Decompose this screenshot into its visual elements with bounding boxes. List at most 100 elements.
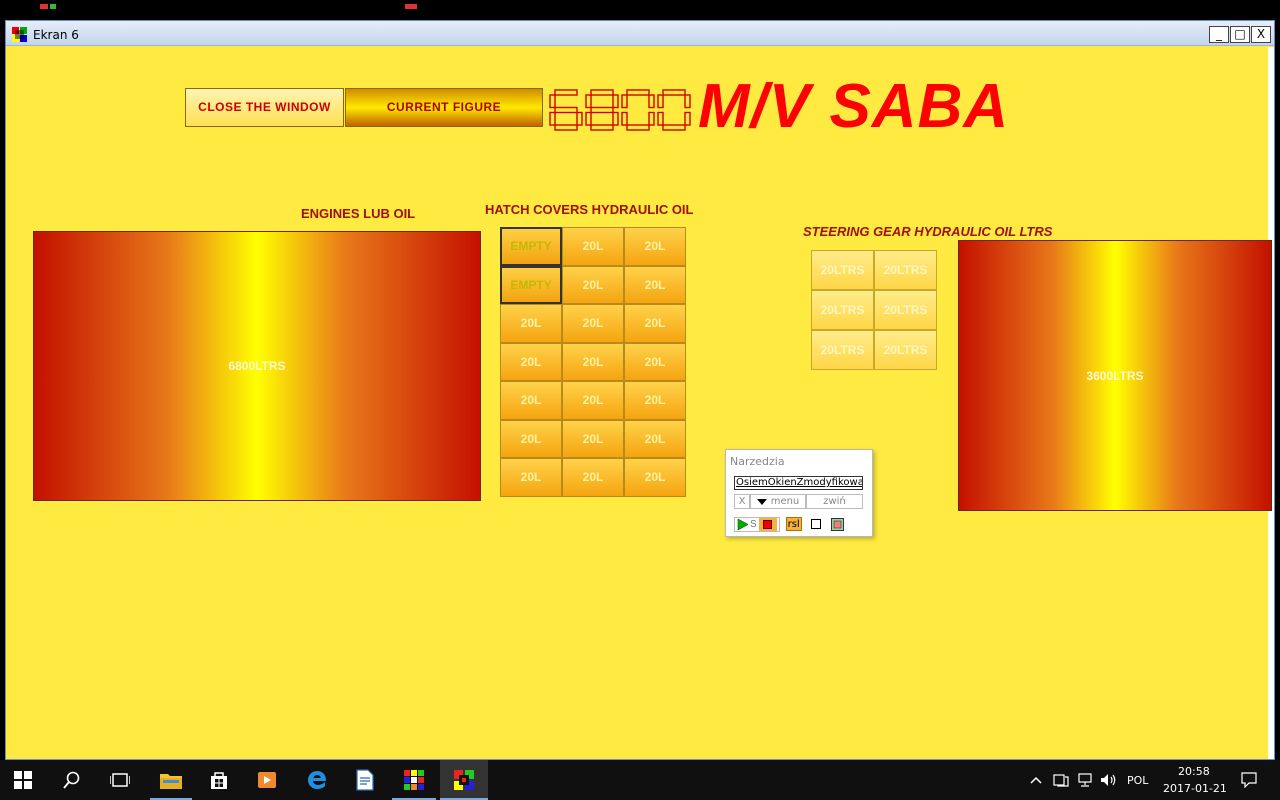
display-segment — [662, 89, 686, 96]
grid-button[interactable] — [830, 517, 846, 531]
steering-cell[interactable]: 20LTRS — [811, 290, 874, 330]
hatch-cell[interactable]: EMPTY — [500, 265, 562, 304]
notifications-button[interactable] — [1234, 760, 1264, 800]
hatch-covers-label: HATCH COVERS HYDRAULIC OIL — [485, 202, 694, 217]
top-strip — [0, 0, 1280, 20]
task-view-button[interactable] — [98, 760, 142, 800]
tray-volume-button[interactable] — [1098, 760, 1120, 800]
display-segment — [621, 111, 628, 126]
app-window: Ekran 6 _ □ X CLOSE THE WINDOW CURRENT F… — [5, 20, 1275, 760]
hatch-cell[interactable]: 20L — [562, 227, 624, 266]
start-button[interactable] — [0, 760, 46, 800]
hatch-cell[interactable]: 20L — [624, 265, 686, 304]
steering-gear-label: STEERING GEAR HYDRAULIC OIL LTRS — [803, 224, 1053, 239]
display-segment — [621, 94, 628, 109]
strip-mark — [40, 4, 48, 9]
close-button[interactable]: X — [1251, 26, 1271, 43]
display-segment — [626, 89, 650, 96]
display-segment — [684, 94, 691, 109]
task-view-icon — [110, 773, 130, 787]
tools-s-label: S — [750, 518, 757, 530]
hatch-cell[interactable]: EMPTY — [500, 227, 562, 266]
taskbar-store[interactable] — [198, 760, 240, 800]
notifications-icon — [1241, 772, 1257, 788]
play-icon[interactable] — [737, 518, 748, 530]
steering-cell[interactable]: 20LTRS — [811, 250, 874, 290]
hatch-cell[interactable]: 20L — [624, 304, 686, 343]
hatch-cell[interactable]: 20L — [562, 419, 624, 458]
tools-panel: Narzedzia OsiemOkienZmodyfikowan X menu … — [725, 449, 873, 537]
hatch-cell[interactable]: 20L — [624, 342, 686, 381]
stop-button[interactable] — [758, 517, 777, 531]
hatch-cell[interactable]: 20L — [562, 381, 624, 420]
steering-cell[interactable]: 20LTRS — [874, 330, 937, 370]
tray-tablet-button[interactable] — [1050, 760, 1072, 800]
edge-browser-icon — [308, 771, 326, 789]
hatch-cell[interactable]: 20L — [562, 265, 624, 304]
tools-x-button[interactable]: X — [734, 494, 750, 509]
checkbox-button[interactable] — [808, 517, 824, 531]
ship-title: M/V SABA — [698, 72, 1010, 141]
taskbar-app-1[interactable] — [392, 760, 436, 800]
steering-tank-value: 3600LTRS — [1086, 368, 1144, 383]
tools-menu-label: menu — [770, 496, 800, 507]
minimize-button[interactable]: _ — [1209, 26, 1229, 43]
taskbar-file-explorer[interactable] — [150, 760, 192, 800]
display-segment — [585, 111, 592, 126]
tools-menu-button[interactable]: menu — [750, 494, 806, 509]
tray-expand-button[interactable] — [1026, 760, 1046, 800]
taskbar-app-2[interactable] — [440, 760, 488, 800]
hatch-cell[interactable]: 20L — [500, 342, 562, 381]
steering-cell[interactable]: 20LTRS — [874, 250, 937, 290]
taskbar-edge[interactable] — [296, 760, 338, 800]
tools-play-group: S — [734, 516, 780, 532]
hatch-cell[interactable]: 20L — [562, 342, 624, 381]
display-segment — [549, 94, 556, 109]
search-icon — [63, 771, 80, 789]
clock-time[interactable]: 20:58 — [1178, 765, 1210, 778]
hatch-cell[interactable]: 20L — [624, 381, 686, 420]
windows-start-icon — [14, 771, 32, 789]
clock-date[interactable]: 2017-01-21 — [1163, 782, 1227, 795]
hatch-cell[interactable]: 20L — [500, 458, 562, 497]
maximize-button[interactable]: □ — [1230, 26, 1250, 43]
display-segment — [657, 94, 664, 109]
tools-row: X menu zwiń — [734, 494, 863, 509]
display-segment — [612, 94, 619, 109]
tray-network-button[interactable] — [1074, 760, 1096, 800]
language-indicator[interactable]: POL — [1127, 774, 1148, 787]
tools-row-2: S rsl — [734, 516, 846, 532]
steering-cell[interactable]: 20LTRS — [811, 330, 874, 370]
grid-icon — [831, 517, 845, 531]
hatch-cell[interactable]: 20L — [562, 458, 624, 497]
strip-mark — [405, 4, 417, 9]
hatch-cell[interactable]: 20L — [562, 304, 624, 343]
tools-input[interactable]: OsiemOkienZmodyfikowan — [734, 476, 863, 490]
stop-icon — [763, 519, 773, 529]
taskbar-document[interactable] — [344, 760, 386, 800]
search-button[interactable] — [50, 760, 94, 800]
hatch-cell[interactable]: 20L — [500, 304, 562, 343]
steering-cell[interactable]: 20LTRS — [874, 290, 937, 330]
hatch-cell[interactable]: 20L — [624, 419, 686, 458]
hatch-cell[interactable]: 20L — [500, 419, 562, 458]
display-segment — [576, 111, 583, 126]
close-window-button[interactable]: CLOSE THE WINDOW — [185, 88, 344, 127]
display-segment — [554, 124, 578, 131]
current-figure-button[interactable]: CURRENT FIGURE — [345, 88, 543, 127]
taskbar-media-player[interactable] — [246, 760, 288, 800]
display-segment — [648, 94, 655, 109]
title-bar[interactable]: Ekran 6 _ □ X — [6, 21, 1274, 46]
rsl-button[interactable]: rsl — [785, 517, 802, 531]
show-desktop-button[interactable] — [1272, 760, 1280, 800]
folder-icon — [160, 774, 182, 789]
display-segment — [585, 94, 592, 109]
hatch-cell[interactable]: 20L — [500, 381, 562, 420]
hatch-cell[interactable]: 20L — [624, 458, 686, 497]
tablet-mode-icon — [1053, 774, 1069, 787]
window-title: Ekran 6 — [33, 28, 79, 42]
tools-collapse-button[interactable]: zwiń — [806, 494, 863, 509]
hatch-cell[interactable]: 20L — [624, 227, 686, 266]
engines-lub-oil-label: ENGINES LUB OIL — [301, 206, 416, 221]
chevron-up-icon — [1030, 776, 1042, 784]
